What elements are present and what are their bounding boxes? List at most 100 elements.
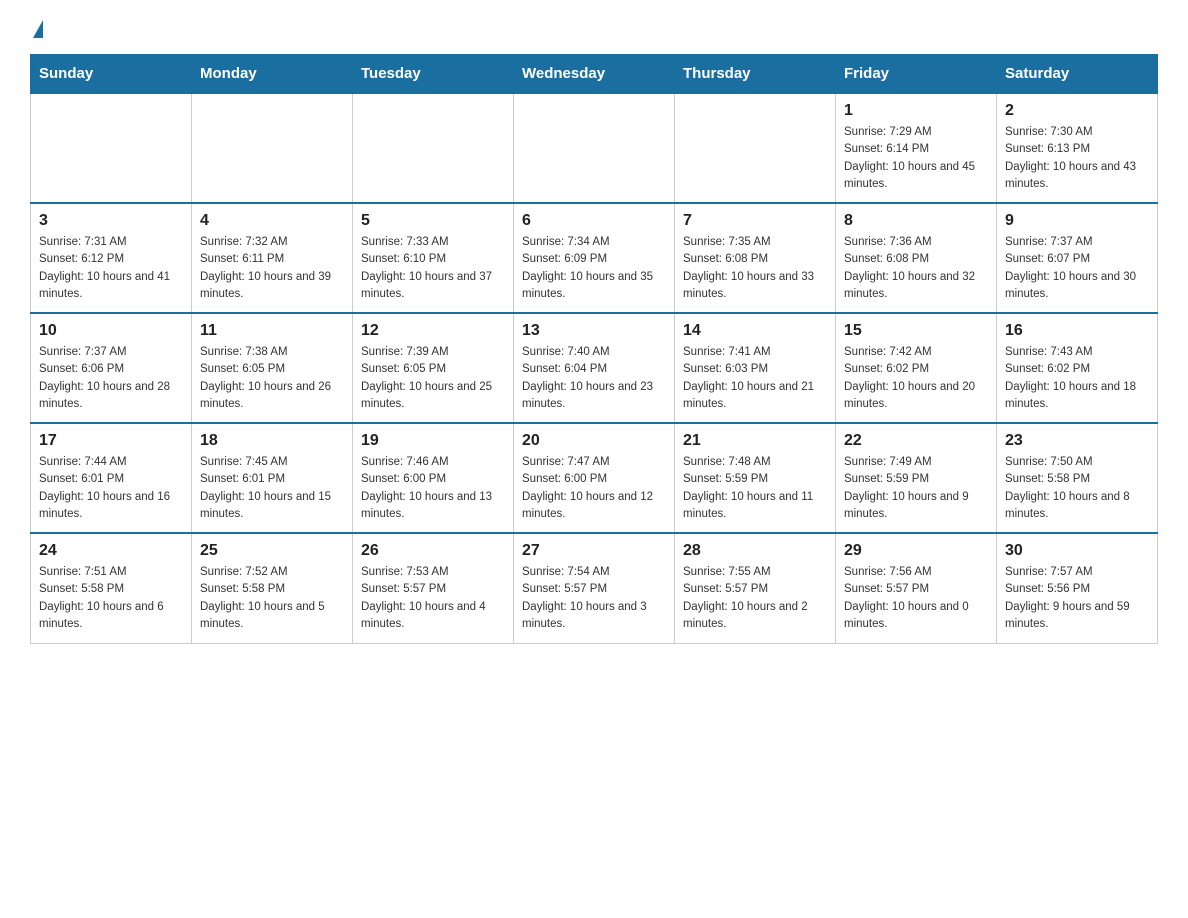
weekday-header-thursday: Thursday — [675, 55, 836, 94]
weekday-header-friday: Friday — [836, 55, 997, 94]
calendar-cell: 11 Sunrise: 7:38 AMSunset: 6:05 PMDayligh… — [192, 313, 353, 423]
page-header — [30, 20, 1158, 34]
calendar-cell — [514, 93, 675, 203]
day-info: Sunrise: 7:37 AMSunset: 6:07 PMDaylight:… — [1005, 234, 1149, 303]
calendar-cell: 9 Sunrise: 7:37 AMSunset: 6:07 PMDaylight… — [997, 203, 1158, 313]
day-number: 11 — [200, 322, 344, 340]
calendar-cell: 2Sunrise: 7:30 AMSunset: 6:13 PMDaylight… — [997, 93, 1158, 203]
calendar-cell: 30Sunrise: 7:57 AMSunset: 5:56 PMDayligh… — [997, 533, 1158, 643]
weekday-header-monday: Monday — [192, 55, 353, 94]
day-number: 1 — [844, 102, 988, 120]
weekday-header-tuesday: Tuesday — [353, 55, 514, 94]
day-number: 21 — [683, 432, 827, 450]
day-number: 25 — [200, 542, 344, 560]
calendar-cell: 15 Sunrise: 7:42 AMSunset: 6:02 PMDayligh… — [836, 313, 997, 423]
calendar-cell: 20Sunrise: 7:47 AMSunset: 6:00 PMDayligh… — [514, 423, 675, 533]
calendar-cell: 28Sunrise: 7:55 AMSunset: 5:57 PMDayligh… — [675, 533, 836, 643]
calendar-cell — [192, 93, 353, 203]
calendar-cell: 1Sunrise: 7:29 AMSunset: 6:14 PMDaylight… — [836, 93, 997, 203]
calendar-cell: 24 Sunrise: 7:51 AMSunset: 5:58 PMDayligh… — [31, 533, 192, 643]
calendar-week-row: 1Sunrise: 7:29 AMSunset: 6:14 PMDaylight… — [31, 93, 1158, 203]
day-info: Sunrise: 7:36 AMSunset: 6:08 PMDaylight:… — [844, 234, 988, 303]
day-info: Sunrise: 7:32 AMSunset: 6:11 PMDaylight:… — [200, 234, 344, 303]
day-info: Sunrise: 7:34 AMSunset: 6:09 PMDaylight:… — [522, 234, 666, 303]
calendar-week-row: 3 Sunrise: 7:31 AMSunset: 6:12 PMDaylight… — [31, 203, 1158, 313]
calendar-cell: 12 Sunrise: 7:39 AMSunset: 6:05 PMDayligh… — [353, 313, 514, 423]
day-number: 12 — [361, 322, 505, 340]
calendar-cell: 23 Sunrise: 7:50 AMSunset: 5:58 PMDayligh… — [997, 423, 1158, 533]
calendar-cell: 29 Sunrise: 7:56 AMSunset: 5:57 PMDayligh… — [836, 533, 997, 643]
day-info: Sunrise: 7:44 AMSunset: 6:01 PMDaylight:… — [39, 454, 183, 523]
day-number: 15 — [844, 322, 988, 340]
calendar-cell: 10 Sunrise: 7:37 AMSunset: 6:06 PMDayligh… — [31, 313, 192, 423]
day-number: 9 — [1005, 212, 1149, 230]
weekday-header-sunday: Sunday — [31, 55, 192, 94]
day-number: 3 — [39, 212, 183, 230]
calendar-cell: 19 Sunrise: 7:46 AMSunset: 6:00 PMDayligh… — [353, 423, 514, 533]
weekday-header-wednesday: Wednesday — [514, 55, 675, 94]
day-info: Sunrise: 7:56 AMSunset: 5:57 PMDaylight:… — [844, 564, 988, 633]
day-number: 30 — [1005, 542, 1149, 560]
calendar-week-row: 10 Sunrise: 7:37 AMSunset: 6:06 PMDayligh… — [31, 313, 1158, 423]
calendar-week-row: 17 Sunrise: 7:44 AMSunset: 6:01 PMDayligh… — [31, 423, 1158, 533]
day-info: Sunrise: 7:38 AMSunset: 6:05 PMDaylight:… — [200, 344, 344, 413]
day-number: 18 — [200, 432, 344, 450]
day-number: 29 — [844, 542, 988, 560]
day-number: 23 — [1005, 432, 1149, 450]
day-info: Sunrise: 7:40 AMSunset: 6:04 PMDaylight:… — [522, 344, 666, 413]
day-info: Sunrise: 7:39 AMSunset: 6:05 PMDaylight:… — [361, 344, 505, 413]
calendar-cell: 3 Sunrise: 7:31 AMSunset: 6:12 PMDaylight… — [31, 203, 192, 313]
day-info: Sunrise: 7:37 AMSunset: 6:06 PMDaylight:… — [39, 344, 183, 413]
day-info: Sunrise: 7:48 AMSunset: 5:59 PMDaylight:… — [683, 454, 827, 523]
day-info: Sunrise: 7:42 AMSunset: 6:02 PMDaylight:… — [844, 344, 988, 413]
calendar-cell: 25 Sunrise: 7:52 AMSunset: 5:58 PMDayligh… — [192, 533, 353, 643]
day-info: Sunrise: 7:41 AMSunset: 6:03 PMDaylight:… — [683, 344, 827, 413]
calendar-cell — [31, 93, 192, 203]
day-info: Sunrise: 7:51 AMSunset: 5:58 PMDaylight:… — [39, 564, 183, 633]
day-number: 5 — [361, 212, 505, 230]
calendar-cell — [675, 93, 836, 203]
day-number: 26 — [361, 542, 505, 560]
day-info: Sunrise: 7:30 AMSunset: 6:13 PMDaylight:… — [1005, 124, 1149, 193]
weekday-header-row: SundayMondayTuesdayWednesdayThursdayFrid… — [31, 55, 1158, 94]
day-info: Sunrise: 7:55 AMSunset: 5:57 PMDaylight:… — [683, 564, 827, 633]
day-info: Sunrise: 7:46 AMSunset: 6:00 PMDaylight:… — [361, 454, 505, 523]
day-number: 19 — [361, 432, 505, 450]
weekday-header-saturday: Saturday — [997, 55, 1158, 94]
day-number: 17 — [39, 432, 183, 450]
day-number: 6 — [522, 212, 666, 230]
day-info: Sunrise: 7:52 AMSunset: 5:58 PMDaylight:… — [200, 564, 344, 633]
calendar-cell: 22 Sunrise: 7:49 AMSunset: 5:59 PMDayligh… — [836, 423, 997, 533]
calendar-cell: 6 Sunrise: 7:34 AMSunset: 6:09 PMDaylight… — [514, 203, 675, 313]
day-info: Sunrise: 7:53 AMSunset: 5:57 PMDaylight:… — [361, 564, 505, 633]
day-number: 8 — [844, 212, 988, 230]
calendar-cell: 21 Sunrise: 7:48 AMSunset: 5:59 PMDayligh… — [675, 423, 836, 533]
calendar-cell: 14 Sunrise: 7:41 AMSunset: 6:03 PMDayligh… — [675, 313, 836, 423]
day-info: Sunrise: 7:43 AMSunset: 6:02 PMDaylight:… — [1005, 344, 1149, 413]
day-info: Sunrise: 7:47 AMSunset: 6:00 PMDaylight:… — [522, 454, 666, 523]
calendar-week-row: 24 Sunrise: 7:51 AMSunset: 5:58 PMDayligh… — [31, 533, 1158, 643]
calendar-table: SundayMondayTuesdayWednesdayThursdayFrid… — [30, 54, 1158, 644]
day-number: 10 — [39, 322, 183, 340]
day-info: Sunrise: 7:49 AMSunset: 5:59 PMDaylight:… — [844, 454, 988, 523]
day-number: 22 — [844, 432, 988, 450]
day-info: Sunrise: 7:45 AMSunset: 6:01 PMDaylight:… — [200, 454, 344, 523]
day-number: 4 — [200, 212, 344, 230]
logo-triangle-icon — [33, 20, 43, 38]
calendar-cell: 26 Sunrise: 7:53 AMSunset: 5:57 PMDayligh… — [353, 533, 514, 643]
calendar-cell: 8 Sunrise: 7:36 AMSunset: 6:08 PMDaylight… — [836, 203, 997, 313]
day-number: 14 — [683, 322, 827, 340]
day-info: Sunrise: 7:35 AMSunset: 6:08 PMDaylight:… — [683, 234, 827, 303]
day-info: Sunrise: 7:50 AMSunset: 5:58 PMDaylight:… — [1005, 454, 1149, 523]
day-number: 24 — [39, 542, 183, 560]
calendar-cell — [353, 93, 514, 203]
calendar-cell: 4 Sunrise: 7:32 AMSunset: 6:11 PMDaylight… — [192, 203, 353, 313]
calendar-cell: 7 Sunrise: 7:35 AMSunset: 6:08 PMDaylight… — [675, 203, 836, 313]
day-number: 27 — [522, 542, 666, 560]
day-info: Sunrise: 7:31 AMSunset: 6:12 PMDaylight:… — [39, 234, 183, 303]
day-number: 7 — [683, 212, 827, 230]
calendar-cell: 13Sunrise: 7:40 AMSunset: 6:04 PMDayligh… — [514, 313, 675, 423]
logo — [30, 20, 43, 34]
calendar-cell: 5Sunrise: 7:33 AMSunset: 6:10 PMDaylight… — [353, 203, 514, 313]
calendar-cell: 16Sunrise: 7:43 AMSunset: 6:02 PMDayligh… — [997, 313, 1158, 423]
